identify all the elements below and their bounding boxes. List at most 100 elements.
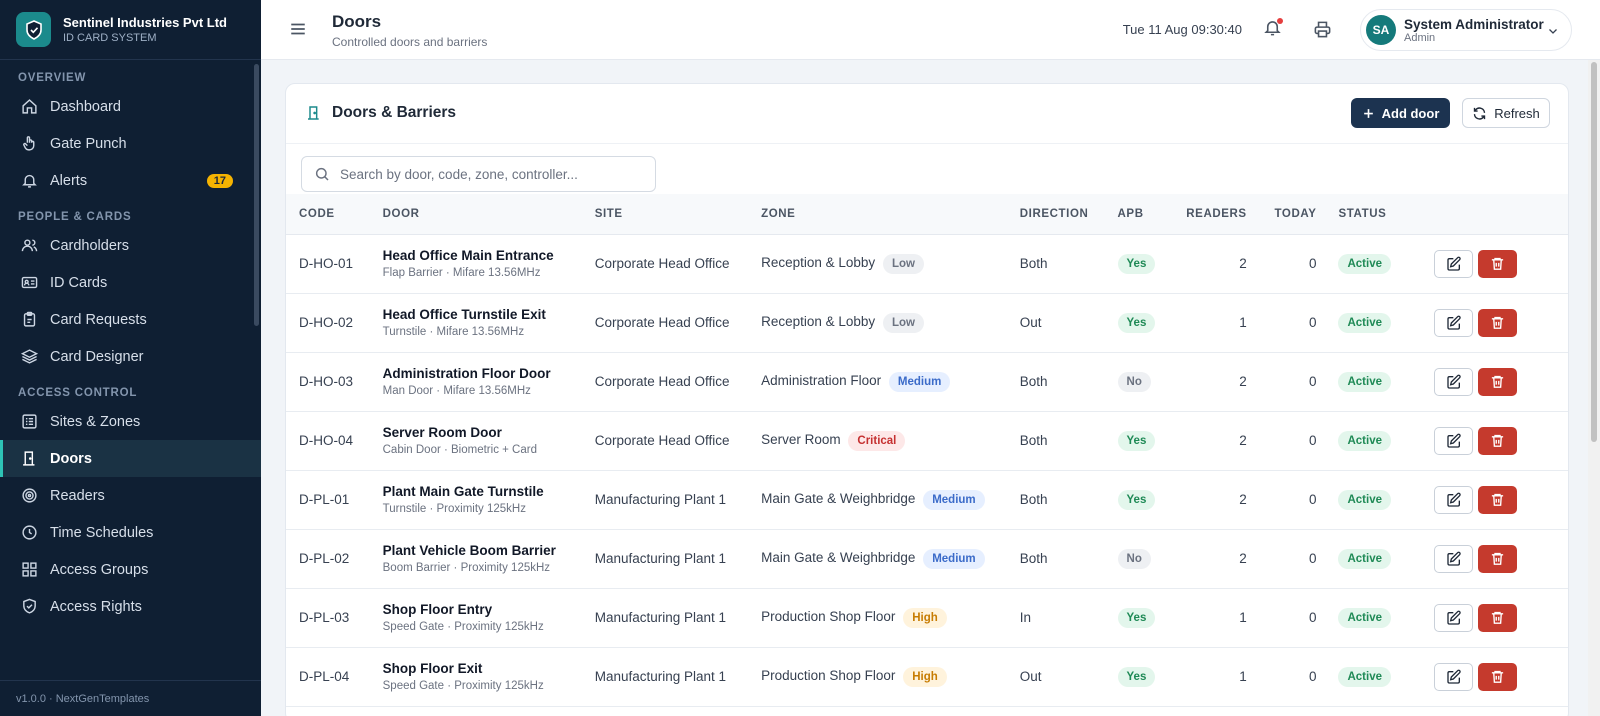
- table-row[interactable]: D-HO-04 Server Room Door Cabin Door · Bio…: [286, 411, 1568, 470]
- cell-direction: Both: [1019, 551, 1048, 566]
- delete-button[interactable]: [1478, 603, 1518, 632]
- sidebar-item-time-schedules[interactable]: Time Schedules: [0, 514, 261, 551]
- page-scrollbar-thumb[interactable]: [1591, 62, 1597, 442]
- sidebar: Sentinel Industries Pvt Ltd ID CARD SYST…: [0, 0, 261, 716]
- sidebar-item-card-requests[interactable]: Card Requests: [0, 301, 261, 338]
- sidebar-item-sites-zones[interactable]: Sites & Zones: [0, 403, 261, 440]
- refresh-button[interactable]: Refresh: [1462, 98, 1550, 128]
- column-header-readers[interactable]: READERS: [1186, 194, 1247, 235]
- delete-button[interactable]: [1478, 308, 1518, 337]
- sidebar-item-access-rights[interactable]: Access Rights: [0, 588, 261, 625]
- column-header-site[interactable]: SITE: [594, 194, 762, 235]
- edit-button[interactable]: [1434, 662, 1474, 691]
- list-box-icon: [20, 413, 38, 431]
- sidebar-item-cardholders[interactable]: Cardholders: [0, 227, 261, 264]
- table-row[interactable]: D-HO-01 Head Office Main Entrance Flap Ba…: [286, 234, 1568, 293]
- notifications-bell-icon[interactable]: [1263, 18, 1283, 42]
- user-role: Admin: [1404, 31, 1436, 44]
- trash-icon: [1492, 611, 1504, 624]
- cell-zone: Server Room: [761, 431, 841, 447]
- column-header-door[interactable]: DOOR: [382, 194, 595, 235]
- hand-pointer-icon: [20, 135, 38, 153]
- column-header-status[interactable]: STATUS: [1316, 194, 1408, 235]
- delete-button[interactable]: [1478, 249, 1518, 278]
- trash-icon: [1492, 493, 1504, 506]
- column-header-apb[interactable]: APB: [1117, 194, 1187, 235]
- trash-icon: [1492, 375, 1504, 388]
- cell-code: D-PL-04: [299, 669, 350, 684]
- status-badge: Active: [1338, 489, 1392, 510]
- notification-dot: [1277, 18, 1283, 24]
- home-icon: [20, 98, 38, 116]
- trash-icon: [1492, 552, 1504, 565]
- page-title: Doors: [332, 12, 382, 31]
- cell-today: 0: [1308, 256, 1317, 271]
- add-door-button[interactable]: Add door: [1351, 98, 1450, 128]
- table-row[interactable]: D-PL-03 Shop Floor Entry Speed Gate · Pro…: [286, 588, 1568, 647]
- edit-button[interactable]: [1434, 426, 1474, 455]
- sidebar-item-card-designer[interactable]: Card Designer: [0, 338, 261, 375]
- edit-button[interactable]: [1434, 308, 1474, 337]
- apb-badge: Yes: [1117, 607, 1156, 628]
- edit-button[interactable]: [1434, 249, 1474, 278]
- delete-button[interactable]: [1478, 544, 1518, 573]
- door-icon: [306, 104, 322, 127]
- sidebar-item-id-cards[interactable]: ID Cards: [0, 264, 261, 301]
- section-overview: OVERVIEW: [18, 72, 87, 84]
- doors-card: Doors & Barriers Add door Refresh CODE D…: [285, 83, 1569, 716]
- edit-button[interactable]: [1434, 485, 1474, 514]
- cell-readers: 1: [1239, 669, 1247, 684]
- table-row[interactable]: D-PL-04 Shop Floor Exit Speed Gate · Prox…: [286, 647, 1568, 706]
- edit-icon: [1447, 551, 1461, 566]
- table-row[interactable]: D-HO-02 Head Office Turnstile Exit Turnst…: [286, 293, 1568, 352]
- risk-badge: Medium: [923, 548, 985, 569]
- edit-button[interactable]: [1434, 603, 1474, 632]
- page-scrollbar[interactable]: [1588, 60, 1600, 716]
- sidebar-scrollbar[interactable]: [254, 64, 259, 326]
- sidebar-item-access-groups[interactable]: Access Groups: [0, 551, 261, 588]
- printer-icon[interactable]: [1313, 20, 1332, 44]
- delete-button[interactable]: [1478, 662, 1518, 691]
- apb-badge: Yes: [1117, 666, 1156, 687]
- table-row[interactable]: D-PL-01 Plant Main Gate Turnstile Turnsti…: [286, 470, 1568, 529]
- brand-name: Sentinel Industries Pvt Ltd: [63, 15, 227, 30]
- table-row[interactable]: D-HO-03 Administration Floor Door Man Doo…: [286, 352, 1568, 411]
- sidebar-item-gate-punch[interactable]: Gate Punch: [0, 125, 261, 162]
- column-header-code[interactable]: CODE: [286, 194, 383, 235]
- brand[interactable]: Sentinel Industries Pvt Ltd ID CARD SYST…: [0, 0, 261, 60]
- delete-button[interactable]: [1478, 367, 1518, 396]
- menu-icon[interactable]: [289, 20, 307, 43]
- door-name: Shop Floor Entry: [382, 602, 493, 617]
- edit-icon: [1447, 492, 1461, 507]
- door-name: Shop Floor Exit: [382, 661, 483, 676]
- edit-button[interactable]: [1434, 367, 1474, 396]
- delete-button[interactable]: [1478, 426, 1518, 455]
- edit-icon: [1447, 433, 1461, 448]
- grid-icon: [20, 561, 38, 579]
- sidebar-item-alerts[interactable]: Alerts 17: [0, 162, 261, 199]
- status-badge: Active: [1338, 312, 1392, 333]
- sidebar-item-doors[interactable]: Doors: [0, 440, 261, 477]
- column-header-direction[interactable]: DIRECTION: [1019, 194, 1118, 235]
- column-header-today[interactable]: TODAY: [1246, 194, 1317, 235]
- search-box[interactable]: [301, 156, 656, 192]
- column-header-zone[interactable]: ZONE: [761, 194, 1020, 235]
- clipboard-icon: [20, 311, 38, 329]
- sidebar-item-label: Sites & Zones: [50, 413, 141, 430]
- edit-button[interactable]: [1434, 544, 1474, 573]
- delete-button[interactable]: [1478, 485, 1518, 514]
- user-menu[interactable]: SA System Administrator Admin: [1360, 9, 1572, 51]
- sidebar-item-label: Readers: [50, 487, 105, 504]
- topbar: Doors Controlled doors and barriers Tue …: [261, 0, 1600, 60]
- apb-badge: No: [1117, 548, 1151, 569]
- edit-icon: [1447, 315, 1461, 330]
- sidebar-item-label: Card Requests: [50, 311, 147, 328]
- sidebar-item-readers[interactable]: Readers: [0, 477, 261, 514]
- page-subtitle: Controlled doors and barriers: [332, 35, 488, 49]
- table-row[interactable]: D-PL-02 Plant Vehicle Boom Barrier Boom B…: [286, 529, 1568, 588]
- apb-badge: Yes: [1117, 489, 1156, 510]
- search-input[interactable]: [340, 166, 640, 182]
- cell-site: Corporate Head Office: [594, 433, 730, 448]
- sidebar-item-dashboard[interactable]: Dashboard: [0, 88, 261, 125]
- trash-icon: [1492, 257, 1504, 270]
